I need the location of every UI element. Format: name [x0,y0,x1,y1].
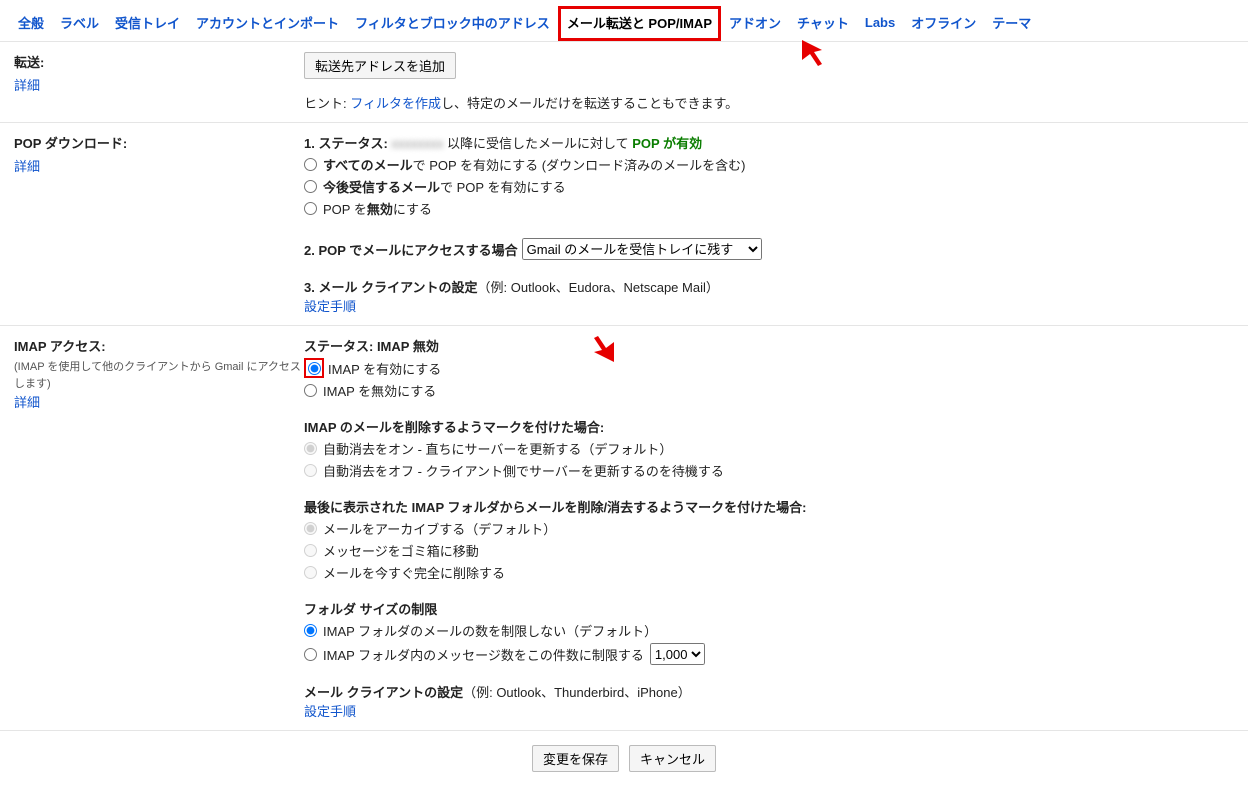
settings-tabs: 全般 ラベル 受信トレイ アカウントとインポート フィルタとブロック中のアドレス… [0,0,1248,42]
pop-radio-disable[interactable] [304,202,317,215]
imap-expunge-title: IMAP のメールを削除するようマークを付けた場合: [304,417,1234,436]
imap-last-delete-radio[interactable] [304,566,317,579]
imap-expunge-off-radio[interactable] [304,464,317,477]
imap-opt-enable-label: IMAP を有効にする [328,359,441,378]
tab-labs[interactable]: Labs [857,9,903,38]
pop-title: POP ダウンロード: [14,133,304,152]
tab-addons[interactable]: アドオン [721,7,789,40]
imap-folder-unlimited-label: IMAP フォルダのメールの数を制限しない（デフォルト） [323,621,657,640]
add-forward-address-button[interactable]: 転送先アドレスを追加 [304,52,456,79]
imap-radio-enable-highlight [304,358,324,378]
section-pop: POP ダウンロード: 詳細 1. ステータス: xxxxxxxx 以降に受信し… [0,123,1248,326]
pop-config-steps-link[interactable]: 設定手順 [304,299,356,314]
tab-themes[interactable]: テーマ [984,7,1039,40]
pop-status-prefix: 1. ステータス: [304,136,391,151]
tab-filters[interactable]: フィルタとブロック中のアドレス [347,7,558,40]
imap-expunge-off-label: 自動消去をオフ - クライアント側でサーバーを更新するのを待機する [323,461,724,480]
tab-accounts[interactable]: アカウントとインポート [188,7,347,40]
imap-config-steps-link[interactable]: 設定手順 [304,704,356,719]
imap-last-delete-label: メールを今すぐ完全に削除する [323,563,505,582]
pop-detail-link[interactable]: 詳細 [14,159,40,174]
imap-folder-limit-radio[interactable] [304,648,317,661]
pop-opt-disable-b: にする [393,202,432,217]
tab-forwarding-pop-imap[interactable]: メール転送と POP/IMAP [558,6,721,41]
pop-status-mid: 以降に受信したメールに対して [443,136,632,151]
imap-client-example: （例: Outlook、Thunderbird、iPhone） [463,685,691,700]
tab-general[interactable]: 全般 [10,7,52,40]
imap-folder-title: フォルダ サイズの制限 [304,599,1234,618]
imap-last-archive-radio[interactable] [304,522,317,535]
forwarding-detail-link[interactable]: 詳細 [14,78,40,93]
forwarding-title: 転送: [14,52,304,71]
hint-suffix: し、特定のメールだけを転送することもできます。 [441,96,738,111]
pop-status-redacted: xxxxxxxx [391,136,443,151]
imap-detail-link[interactable]: 詳細 [14,395,40,410]
save-button[interactable]: 変更を保存 [532,745,619,772]
imap-expunge-on-radio[interactable] [304,442,317,455]
hint-prefix: ヒント: [304,96,350,111]
create-filter-link[interactable]: フィルタを作成 [350,96,441,111]
annotation-arrow-icon [588,336,618,366]
tab-offline[interactable]: オフライン [903,7,984,40]
imap-radio-disable[interactable] [304,384,317,397]
section-forwarding: 転送: 詳細 転送先アドレスを追加 ヒント: フィルタを作成し、特定のメールだけ… [0,42,1248,123]
pop-opt-disable-a: POP を [323,202,367,217]
imap-last-title: 最後に表示された IMAP フォルダからメールを削除/消去するようマークを付けた… [304,497,1234,516]
section-imap: IMAP アクセス: (IMAP を使用して他のクライアントから Gmail に… [0,326,1248,731]
imap-folder-limit-label: IMAP フォルダ内のメッセージ数をこの件数に制限する [323,645,644,664]
imap-last-trash-radio[interactable] [304,544,317,557]
imap-status: ステータス: IMAP 無効 [304,336,1234,355]
footer-buttons: 変更を保存 キャンセル [0,731,1248,786]
tab-inbox[interactable]: 受信トレイ [107,7,188,40]
pop-status-enabled: POP が有効 [632,136,702,151]
cancel-button[interactable]: キャンセル [629,745,716,772]
imap-subtitle: (IMAP を使用して他のクライアントから Gmail にアクセスします) [14,359,304,392]
imap-title: IMAP アクセス: [14,336,304,355]
imap-folder-limit-select[interactable]: 1,000 [650,643,705,665]
imap-client-title: メール クライアントの設定 [304,685,463,700]
pop-step3-example: （例: Outlook、Eudora、Netscape Mail） [478,280,719,295]
pop-radio-now[interactable] [304,180,317,193]
imap-expunge-on-label: 自動消去をオン - 直ちにサーバーを更新する（デフォルト） [323,439,672,458]
pop-step2-label: 2. POP でメールにアクセスする場合 [304,240,518,259]
pop-access-select[interactable]: Gmail のメールを受信トレイに残す [522,238,762,260]
pop-opt-disable-bold: 無効 [367,202,393,217]
imap-opt-disable-label: IMAP を無効にする [323,381,436,400]
imap-last-trash-label: メッセージをゴミ箱に移動 [323,541,479,560]
imap-last-archive-label: メールをアーカイブする（デフォルト） [323,519,556,538]
pop-radio-all[interactable] [304,158,317,171]
pop-opt-all-rest: で POP を有効にする (ダウンロード済みのメールを含む) [413,158,746,173]
imap-folder-unlimited-radio[interactable] [304,624,317,637]
pop-step3-label: 3. メール クライアントの設定 [304,280,478,295]
pop-opt-now-bold: 今後受信するメール [323,180,440,195]
pop-opt-now-rest: で POP を有効にする [440,180,566,195]
tab-labels[interactable]: ラベル [52,7,107,40]
pop-opt-all-bold: すべてのメール [323,158,413,173]
imap-radio-enable[interactable] [308,362,321,375]
